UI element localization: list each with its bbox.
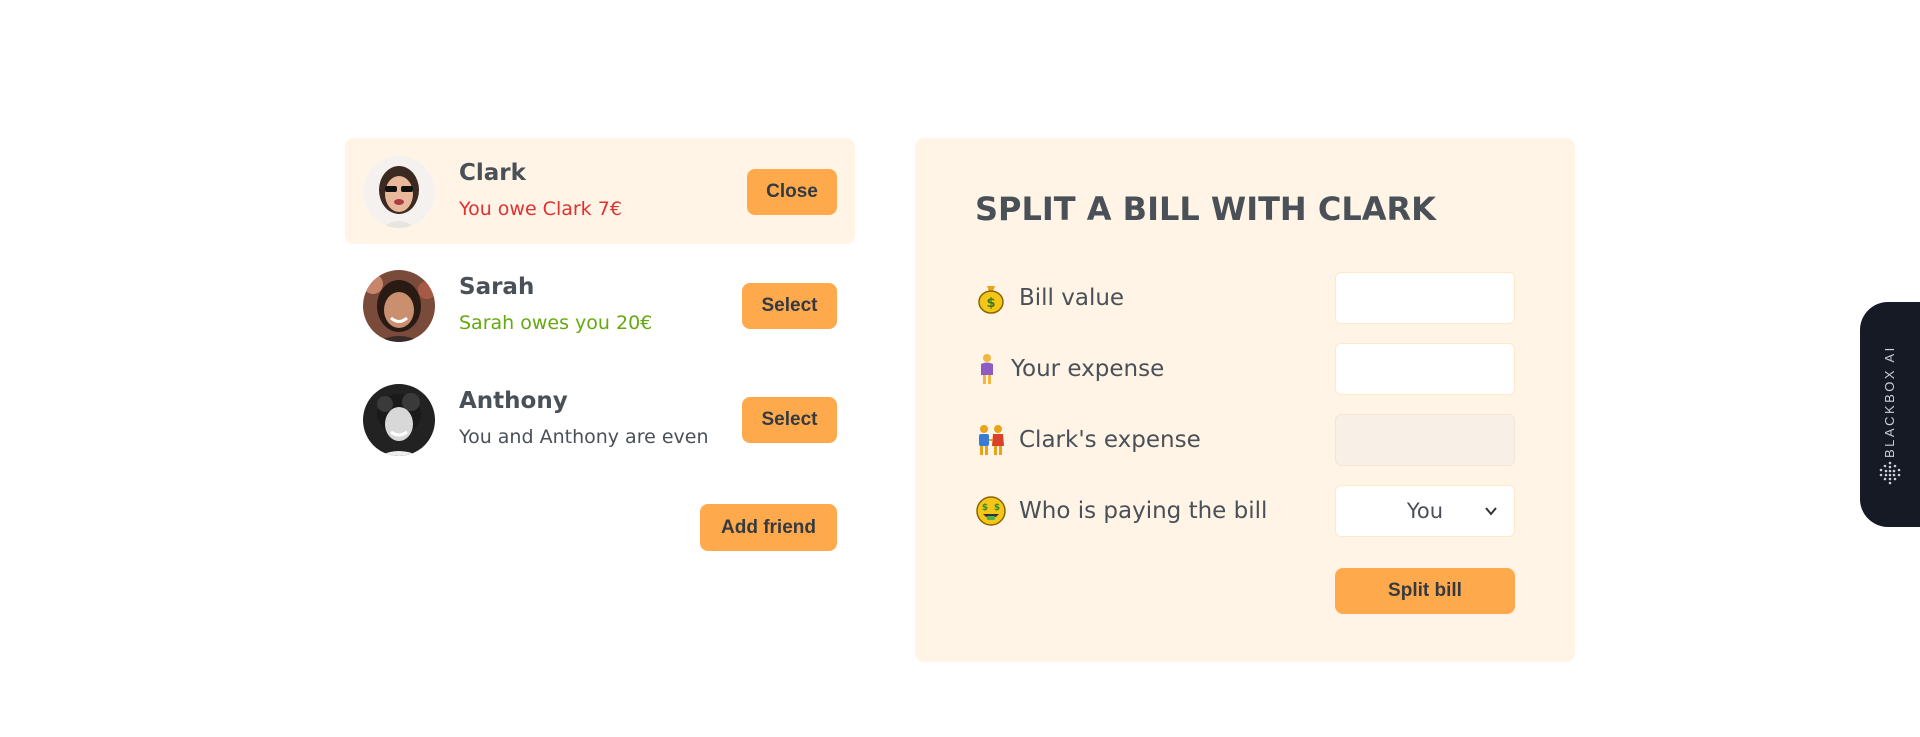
your-expense-label-text: Your expense xyxy=(1011,356,1165,382)
people-holding-hands-icon xyxy=(975,424,1007,456)
close-friend-button[interactable]: Close xyxy=(747,169,837,215)
friend-expense-input xyxy=(1335,414,1515,466)
friend-balance-status: Sarah owes you 20€ xyxy=(459,312,653,334)
payer-label-text: Who is paying the bill xyxy=(1019,498,1268,524)
avatar-sarah xyxy=(363,270,435,342)
svg-text:$: $ xyxy=(982,503,988,513)
woman-standing-icon xyxy=(975,353,999,385)
chevron-down-icon xyxy=(1485,507,1497,516)
bill-value-label: $ Bill value xyxy=(975,282,1124,314)
friend-expense-label-text: Clark's expense xyxy=(1019,427,1201,453)
blackbox-logo-icon xyxy=(1879,461,1901,485)
avatar-anthony xyxy=(363,384,435,456)
payer-select-value: You xyxy=(1406,499,1444,523)
blackbox-ai-side-tab[interactable]: BLACKBOX AI xyxy=(1860,302,1920,527)
friends-list: Clark You owe Clark 7€ Close Sarah Sarah… xyxy=(345,138,855,551)
form-title: SPLIT A BILL WITH CLARK xyxy=(975,190,1436,228)
split-bill-button[interactable]: Split bill xyxy=(1335,568,1515,614)
your-expense-input[interactable] xyxy=(1335,343,1515,395)
friend-name: Anthony xyxy=(459,388,568,414)
money-bag-icon: $ xyxy=(975,282,1007,314)
friend-item-anthony: Anthony You and Anthony are even Select xyxy=(345,366,855,472)
add-friend-button[interactable]: Add friend xyxy=(700,504,837,551)
app-root: Clark You owe Clark 7€ Close Sarah Sarah… xyxy=(0,0,1920,737)
payer-select[interactable]: You xyxy=(1335,485,1515,537)
payer-label: $ $ Who is paying the bill xyxy=(975,495,1267,527)
your-expense-label: Your expense xyxy=(975,353,1164,385)
select-friend-button[interactable]: Select xyxy=(742,283,837,329)
select-friend-button[interactable]: Select xyxy=(742,397,837,443)
split-bill-form: SPLIT A BILL WITH CLARK $ Bill value You… xyxy=(915,138,1575,662)
money-mouth-face-icon: $ $ xyxy=(975,495,1007,527)
friend-balance-status: You owe Clark 7€ xyxy=(459,198,622,220)
avatar-clark xyxy=(363,156,435,228)
friend-balance-status: You and Anthony are even xyxy=(459,426,709,448)
bill-value-label-text: Bill value xyxy=(1019,285,1125,311)
friend-name: Clark xyxy=(459,160,526,186)
side-tab-label: BLACKBOX AI xyxy=(1882,345,1897,458)
bill-value-input[interactable] xyxy=(1335,272,1515,324)
friend-item-sarah: Sarah Sarah owes you 20€ Select xyxy=(345,252,855,358)
friend-expense-label: Clark's expense xyxy=(975,424,1201,456)
svg-text:$: $ xyxy=(986,296,995,311)
friend-name: Sarah xyxy=(459,274,535,300)
friend-item-clark: Clark You owe Clark 7€ Close xyxy=(345,138,855,244)
svg-text:$: $ xyxy=(994,503,1000,513)
